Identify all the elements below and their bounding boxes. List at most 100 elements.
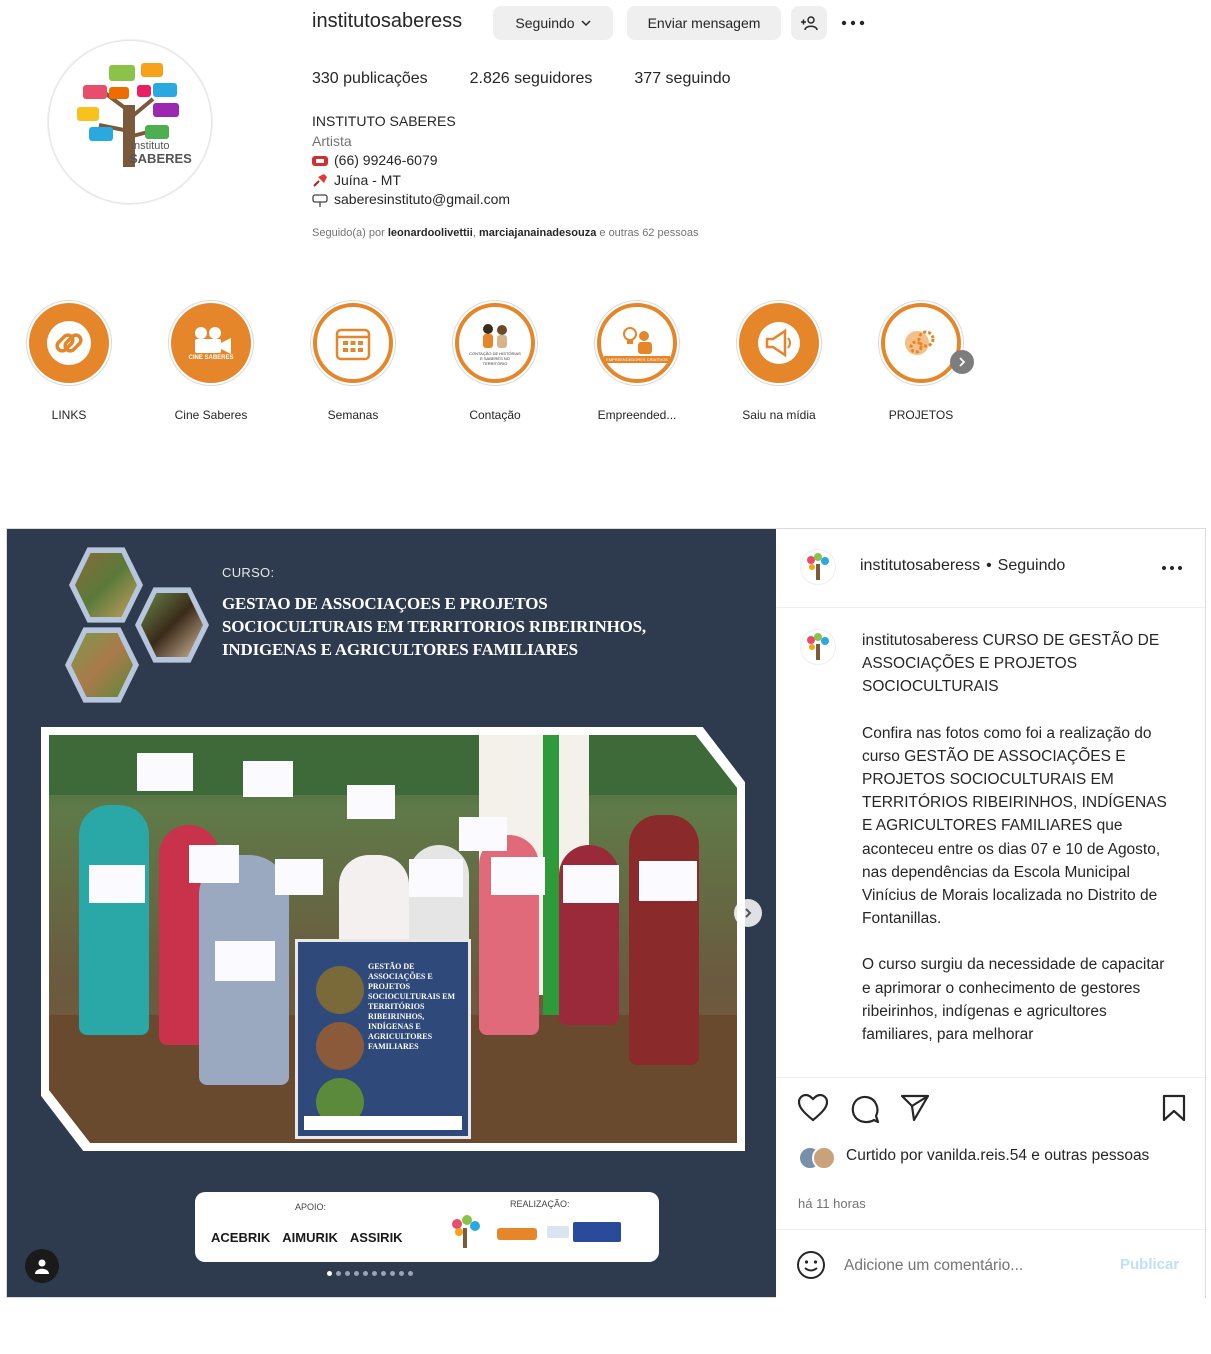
more-options-button[interactable] <box>840 14 866 32</box>
profile-bio: INSTITUTO SABERES Artista (66) 99246-607… <box>312 112 510 210</box>
post-caption: institutosaberess CURSO DE GESTÃO DE ASS… <box>862 629 1177 1069</box>
tree-logo-icon: Instituto SABERES <box>77 63 192 167</box>
carousel-dot <box>345 1271 350 1276</box>
user-icon <box>35 1259 49 1274</box>
post-author-username[interactable]: institutosaberess <box>860 557 980 575</box>
message-label: Enviar mensagem <box>647 15 761 31</box>
emoji-icon <box>797 1251 825 1279</box>
post-header: institutosaberess • Seguindo <box>776 529 1205 608</box>
storytelling-icon <box>483 323 507 348</box>
course-banner: GESTÃO DE ASSOCIAÇÕES E PROJETOS SOCIOCU… <box>295 939 471 1139</box>
share-button[interactable] <box>900 1094 930 1126</box>
post-side-panel: institutosaberess • Seguindo institutosa… <box>776 529 1205 1298</box>
bio-email[interactable]: saberesinstituto@gmail.com <box>334 190 510 210</box>
caption-paragraph: Confira nas fotos como foi a realização … <box>862 724 1167 928</box>
post-follow-status[interactable]: Seguindo <box>998 557 1066 575</box>
sponsor-bar: APOIO: REALIZAÇÃO: ACEBRIK AIMURIK ASSIR… <box>195 1192 659 1262</box>
highlight-links[interactable]: LINKS <box>14 300 124 422</box>
send-icon <box>900 1094 930 1122</box>
post-header-info: institutosaberess • Seguindo <box>860 557 1065 575</box>
mailbox-icon <box>312 194 328 207</box>
carousel-dot <box>390 1271 395 1276</box>
carousel-dot <box>399 1271 404 1276</box>
hex-photo <box>69 547 143 623</box>
post-time[interactable]: há 11 horas <box>798 1196 866 1211</box>
highlight-saiu-na-midia[interactable]: Saiu na mídia <box>724 300 834 422</box>
highlight-badge: CINE SABERES <box>188 355 234 361</box>
hex-photo <box>65 627 139 703</box>
emoji-button[interactable] <box>796 1250 826 1284</box>
more-icon <box>841 20 865 26</box>
likes-suffix[interactable]: e outras pessoas <box>1031 1147 1149 1164</box>
liker-username[interactable]: vanilda.reis.54 <box>927 1147 1027 1164</box>
highlight-cover <box>739 303 819 383</box>
profile-name: INSTITUTO SABERES <box>312 113 456 129</box>
message-button[interactable]: Enviar mensagem <box>627 6 781 40</box>
highlight-ring: CINE SABERES <box>168 300 254 386</box>
comment-input[interactable] <box>842 1248 1106 1284</box>
add-person-icon <box>801 16 818 31</box>
realizacao-label: REALIZAÇÃO: <box>510 1199 570 1209</box>
more-icon <box>1162 566 1182 570</box>
tagged-users-button[interactable] <box>25 1249 59 1283</box>
gears-icon <box>905 330 935 355</box>
save-button[interactable] <box>1162 1094 1186 1126</box>
apoio-label: APOIO: <box>295 1202 327 1212</box>
comment-button[interactable] <box>850 1094 880 1128</box>
bio-email-row: saberesinstituto@gmail.com <box>312 190 510 210</box>
likes-prefix: Curtido por <box>846 1147 923 1164</box>
caption-author-avatar[interactable] <box>800 629 836 665</box>
highlight-semanas[interactable]: Semanas <box>298 300 408 422</box>
following-label: Seguindo <box>515 15 575 31</box>
post-media[interactable]: CURSO: GESTAO DE ASSOCIAÇOES E PROJETOS … <box>7 529 776 1297</box>
highlight-ring <box>26 300 112 386</box>
carousel-dot <box>372 1271 377 1276</box>
carousel-dots <box>327 1271 413 1276</box>
post-options-button[interactable] <box>1160 561 1184 575</box>
caption-username[interactable]: institutosaberess <box>862 632 978 649</box>
highlight-cine-saberes[interactable]: CINE SABERES Cine Saberes <box>156 300 266 422</box>
carousel-dot <box>336 1271 341 1276</box>
post-modal: CURSO: GESTAO DE ASSOCIAÇOES E PROJETOS … <box>6 528 1206 1298</box>
partner-logo <box>497 1228 537 1240</box>
publish-button[interactable]: Publicar <box>1120 1256 1179 1273</box>
likers-avatars <box>798 1144 842 1170</box>
highlight-label: Cine Saberes <box>174 408 248 422</box>
highlight-empreendedores[interactable]: EMPREENDEDORES CRIATIVOS Empreended... <box>582 300 692 422</box>
highlight-label: LINKS <box>51 408 87 422</box>
bio-phone-row: (66) 99246-6079 <box>312 151 510 171</box>
followed-by-prefix: Seguido(a) por <box>312 227 385 239</box>
highlight-ring <box>878 300 964 386</box>
bio-phone: (66) 99246-6079 <box>334 152 438 168</box>
following-count[interactable]: 377 seguindo <box>634 70 730 88</box>
highlight-ring: CONTAÇÃO DE HISTÓRIAS E SABERES NO TERRI… <box>452 300 538 386</box>
carousel-next-button[interactable] <box>734 899 762 927</box>
likes-text[interactable]: Curtido por vanilda.reis.54 e outras pes… <box>846 1144 1176 1167</box>
post-author-avatar[interactable] <box>800 549 836 585</box>
highlight-cover <box>881 303 961 383</box>
sponsor-names: ACEBRIK AIMURIK ASSIRIK <box>211 1230 403 1245</box>
highlight-ring: EMPREENDEDORES CRIATIVOS <box>594 300 680 386</box>
carousel-dot <box>408 1271 413 1276</box>
add-person-button[interactable] <box>791 6 827 40</box>
like-button[interactable] <box>797 1093 829 1126</box>
followed-by-user[interactable]: marciajanainadesouza <box>479 227 596 239</box>
followers-count[interactable]: 2.826 seguidores <box>470 70 593 88</box>
highlight-contacao[interactable]: CONTAÇÃO DE HISTÓRIAS E SABERES NO TERRI… <box>440 300 550 422</box>
svg-text:SABERES: SABERES <box>129 151 192 166</box>
course-title: GESTAO DE ASSOCIAÇOES E PROJETOS SOCIOCU… <box>222 594 646 659</box>
avatar <box>812 1146 836 1170</box>
highlight-cover <box>29 303 109 383</box>
profile-username: institutosaberess <box>312 10 463 32</box>
profile-category: Artista <box>312 132 352 149</box>
highlight-badge: CONTAÇÃO DE HISTÓRIAS E SABERES NO TERRI… <box>469 350 521 366</box>
highlights-next-button[interactable] <box>950 350 974 374</box>
banner-text: GESTÃO DE ASSOCIAÇÕES E PROJETOS SOCIOCU… <box>368 962 456 1051</box>
course-label: CURSO: <box>222 565 275 580</box>
followed-by-user[interactable]: leonardoolivettii <box>388 227 473 239</box>
chevron-right-icon <box>745 908 752 918</box>
followed-by[interactable]: Seguido(a) por leonardoolivettii, marcia… <box>312 227 698 239</box>
following-button[interactable]: Seguindo <box>493 6 613 40</box>
highlight-cover <box>313 303 393 383</box>
profile-avatar[interactable]: Instituto SABERES <box>48 40 212 204</box>
